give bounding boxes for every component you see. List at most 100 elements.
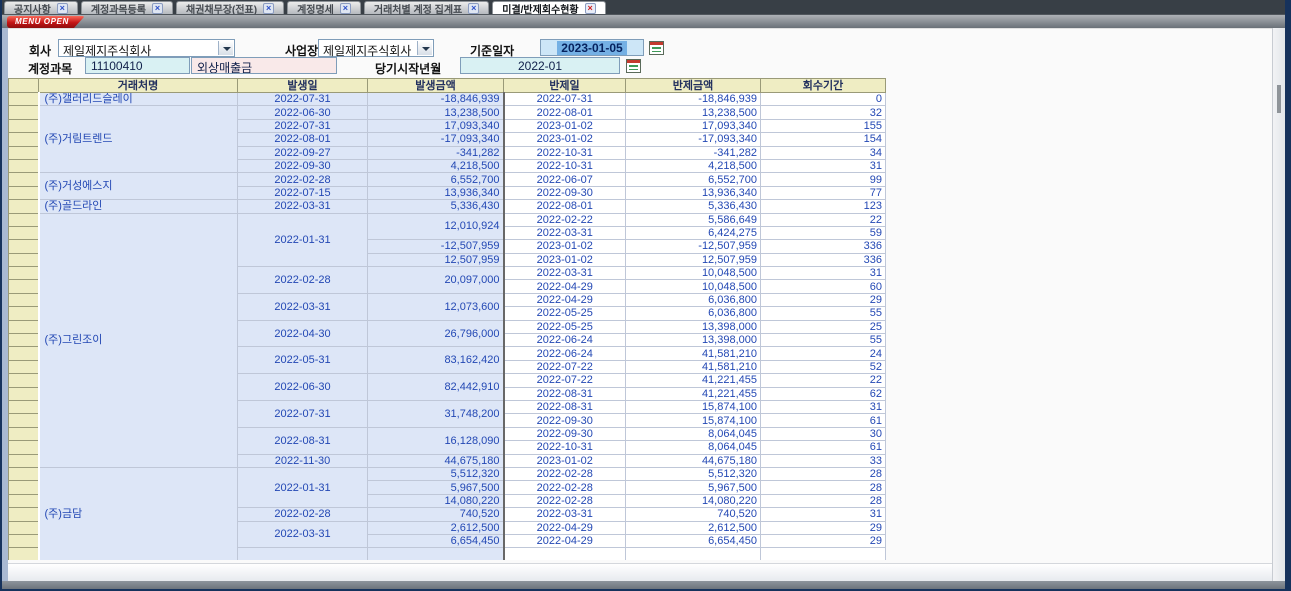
cell-recover-days[interactable]: 28 (761, 481, 886, 494)
cell-settle-date[interactable]: 2022-10-31 (504, 159, 626, 172)
row-selector[interactable] (9, 347, 39, 360)
cell-recover-days[interactable]: 22 (761, 213, 886, 226)
close-icon[interactable]: × (152, 3, 163, 14)
cell-settle-date[interactable]: 2022-04-29 (504, 521, 626, 534)
cell-settle-date[interactable]: 2022-09-30 (504, 427, 626, 440)
company-select[interactable]: 제일제지주식회사 (58, 39, 235, 57)
row-selector[interactable] (9, 93, 39, 106)
row-selector[interactable] (9, 253, 39, 266)
cell-recover-days[interactable]: 99 (761, 173, 886, 186)
row-selector[interactable] (9, 414, 39, 427)
cell-occur-date[interactable]: 2022-06-30 (238, 374, 368, 401)
cell-occur-amount[interactable] (368, 548, 504, 560)
cell-settle-date[interactable]: 2022-02-22 (504, 213, 626, 226)
account-code-input[interactable]: 11100410 (85, 57, 190, 74)
cell-occur-date[interactable]: 2022-09-27 (238, 146, 368, 159)
cell-occur-amount[interactable]: 6,552,700 (368, 173, 504, 186)
tab-5[interactable]: 거래처별 계정 집계표× (364, 1, 489, 14)
row-selector[interactable] (9, 400, 39, 413)
cell-settle-amount[interactable]: 41,581,210 (626, 360, 761, 373)
cell-customer[interactable]: (주)골드라인 (39, 200, 238, 213)
cell-occur-date[interactable]: 2022-01-31 (238, 213, 368, 267)
cell-customer[interactable]: (주)그린조이 (39, 213, 238, 467)
close-icon[interactable]: × (585, 3, 596, 14)
cell-recover-days[interactable]: 33 (761, 454, 886, 467)
cell-settle-date[interactable]: 2022-03-31 (504, 267, 626, 280)
cell-recover-days[interactable]: 28 (761, 467, 886, 480)
cell-settle-amount[interactable]: 6,036,800 (626, 293, 761, 306)
cell-occur-amount[interactable]: 12,010,924 (368, 213, 504, 240)
cell-settle-amount[interactable]: 6,036,800 (626, 307, 761, 320)
cell-settle-date[interactable]: 2022-06-24 (504, 334, 626, 347)
cell-recover-days[interactable]: 62 (761, 387, 886, 400)
row-selector[interactable] (9, 454, 39, 467)
cell-occur-date[interactable]: 2022-05-31 (238, 347, 368, 374)
cell-settle-date[interactable]: 2022-06-07 (504, 173, 626, 186)
cell-recover-days[interactable]: 31 (761, 267, 886, 280)
row-selector[interactable] (9, 508, 39, 521)
cell-occur-date[interactable]: 2022-09-30 (238, 159, 368, 172)
cell-settle-date[interactable]: 2022-02-28 (504, 494, 626, 507)
cell-settle-amount[interactable]: 6,424,275 (626, 226, 761, 239)
row-selector[interactable] (9, 159, 39, 172)
cell-settle-amount[interactable]: -12,507,959 (626, 240, 761, 253)
tab-1[interactable]: 공지사항× (4, 1, 78, 14)
cell-occur-amount[interactable]: 83,162,420 (368, 347, 504, 374)
cell-occur-amount[interactable]: 4,218,500 (368, 159, 504, 172)
cell-customer[interactable]: (주)갤러리드슬레이 (39, 93, 238, 106)
vertical-scrollbar-thumb[interactable] (1277, 85, 1281, 113)
cell-occur-amount[interactable]: 20,097,000 (368, 267, 504, 294)
period-input[interactable]: 2022-01 (460, 57, 620, 74)
column-header[interactable]: 발생일 (238, 79, 368, 93)
row-selector[interactable] (9, 387, 39, 400)
calendar-icon[interactable] (649, 41, 664, 55)
cell-settle-amount[interactable]: 2,612,500 (626, 521, 761, 534)
chevron-down-icon[interactable] (417, 41, 432, 55)
column-header[interactable]: 반제금액 (626, 79, 761, 93)
cell-recover-days[interactable]: 28 (761, 494, 886, 507)
base-date-input[interactable]: 2023-01-05 (540, 39, 644, 56)
column-header[interactable]: 거래처명 (39, 79, 238, 93)
calendar-icon[interactable] (626, 59, 641, 73)
cell-occur-date[interactable]: 2022-02-28 (238, 173, 368, 186)
cell-settle-amount[interactable]: -17,093,340 (626, 133, 761, 146)
cell-recover-days[interactable]: 29 (761, 534, 886, 547)
cell-settle-amount[interactable]: 41,221,455 (626, 387, 761, 400)
cell-settle-date[interactable]: 2022-08-01 (504, 106, 626, 119)
cell-occur-date[interactable]: 2022-01-31 (238, 467, 368, 507)
cell-recover-days[interactable]: 32 (761, 106, 886, 119)
close-icon[interactable]: × (468, 3, 479, 14)
cell-settle-date[interactable]: 2022-02-28 (504, 467, 626, 480)
cell-settle-date[interactable]: 2022-04-29 (504, 280, 626, 293)
cell-occur-amount[interactable]: 5,967,500 (368, 481, 504, 494)
cell-recover-days[interactable]: 77 (761, 186, 886, 199)
cell-settle-amount[interactable]: 10,048,500 (626, 267, 761, 280)
row-selector[interactable] (9, 427, 39, 440)
cell-settle-amount[interactable]: 6,552,700 (626, 173, 761, 186)
cell-settle-amount[interactable]: 12,507,959 (626, 253, 761, 266)
cell-occur-amount[interactable]: -18,846,939 (368, 93, 504, 106)
cell-occur-amount[interactable]: 740,520 (368, 508, 504, 521)
cell-recover-days[interactable]: 155 (761, 119, 886, 132)
cell-recover-days[interactable]: 61 (761, 414, 886, 427)
cell-settle-date[interactable]: 2023-01-02 (504, 133, 626, 146)
cell-recover-days[interactable] (761, 548, 886, 560)
cell-occur-date[interactable]: 2022-07-31 (238, 93, 368, 106)
cell-settle-amount[interactable]: 13,238,500 (626, 106, 761, 119)
cell-settle-date[interactable]: 2022-04-29 (504, 534, 626, 547)
cell-recover-days[interactable]: 0 (761, 93, 886, 106)
cell-recover-days[interactable]: 29 (761, 293, 886, 306)
cell-recover-days[interactable]: 60 (761, 280, 886, 293)
tab-2[interactable]: 계정과목등록× (81, 1, 173, 14)
row-selector[interactable] (9, 119, 39, 132)
cell-settle-amount[interactable]: 4,218,500 (626, 159, 761, 172)
cell-settle-amount[interactable]: 740,520 (626, 508, 761, 521)
cell-occur-amount[interactable]: -12,507,959 (368, 240, 504, 253)
close-icon[interactable]: × (263, 3, 274, 14)
cell-occur-amount[interactable]: -341,282 (368, 146, 504, 159)
cell-settle-date[interactable]: 2022-08-01 (504, 200, 626, 213)
cell-occur-amount[interactable]: 82,442,910 (368, 374, 504, 401)
cell-settle-date[interactable] (504, 548, 626, 560)
cell-customer[interactable]: (주)거림트렌드 (39, 106, 238, 173)
cell-settle-date[interactable]: 2023-01-02 (504, 240, 626, 253)
